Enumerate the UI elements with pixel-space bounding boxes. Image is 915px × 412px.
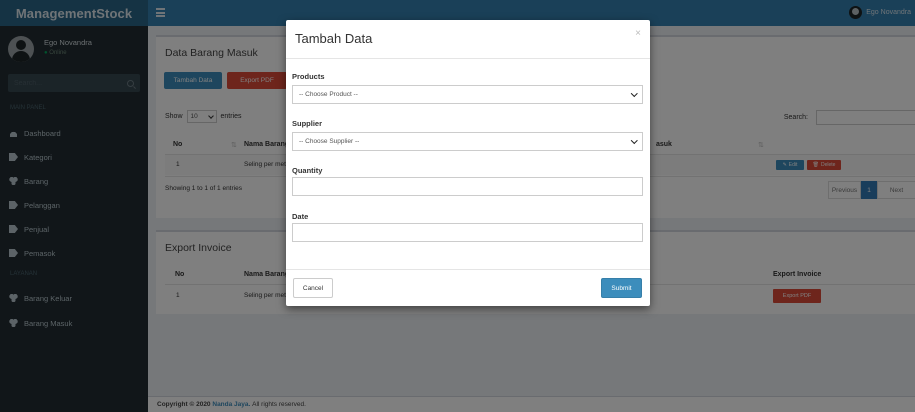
submit-button[interactable]: Submit — [601, 278, 642, 298]
date-input[interactable] — [292, 223, 643, 242]
modal-title: Tambah Data — [295, 31, 373, 46]
supplier-selected: -- Choose Supplier -- — [299, 138, 360, 145]
cancel-button[interactable]: Cancel — [293, 278, 333, 298]
products-selected: -- Choose Product -- — [299, 91, 358, 98]
supplier-select[interactable]: -- Choose Supplier -- — [292, 132, 643, 151]
tambah-data-modal: Tambah Data × Products -- Choose Product… — [286, 20, 650, 306]
modal-header-divider — [286, 58, 650, 59]
products-label: Products — [292, 72, 325, 81]
products-select[interactable]: -- Choose Product -- — [292, 85, 643, 104]
supplier-label: Supplier — [292, 119, 323, 128]
date-label: Date — [292, 212, 309, 221]
chevron-down-icon — [630, 90, 637, 97]
chevron-down-icon — [630, 137, 637, 144]
close-icon[interactable]: × — [635, 28, 641, 39]
quantity-label: Quantity — [292, 166, 323, 175]
modal-footer-divider — [286, 269, 650, 270]
quantity-input[interactable] — [292, 177, 643, 196]
